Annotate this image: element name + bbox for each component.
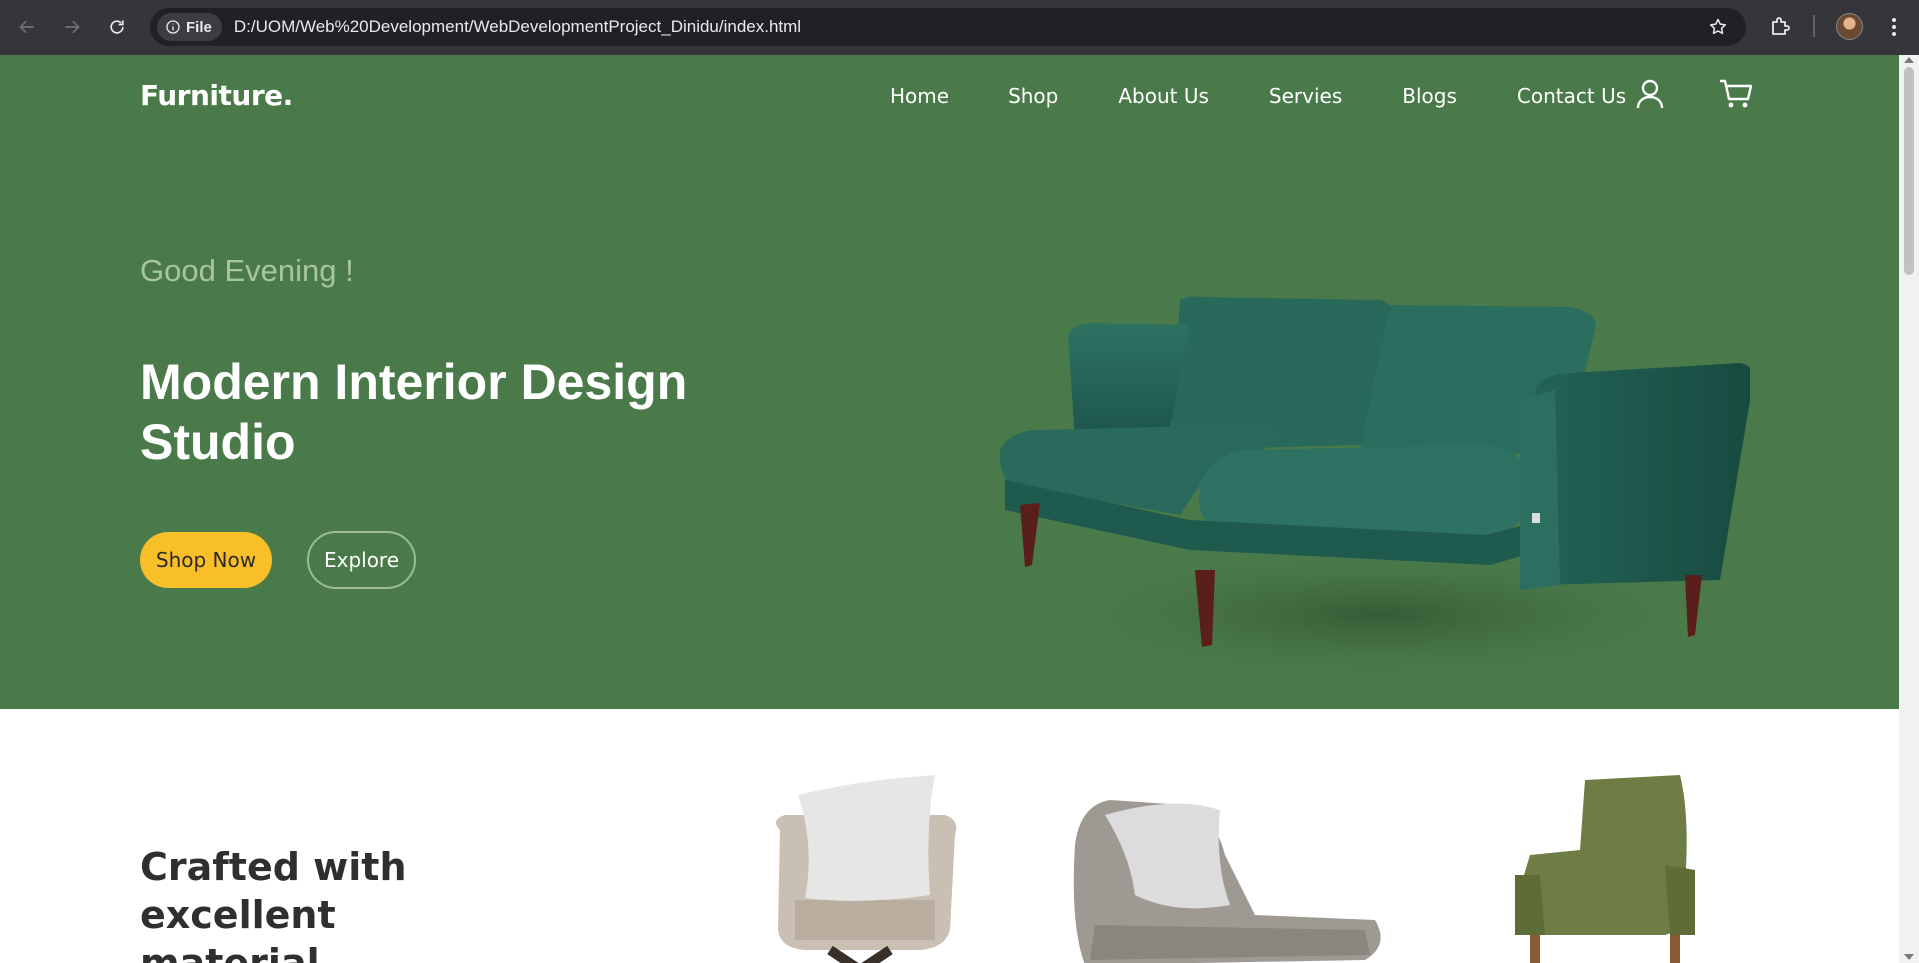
main-nav: Home Shop About Us Servies Blogs Contact… — [890, 84, 1626, 108]
nav-contact-us[interactable]: Contact Us — [1517, 84, 1626, 108]
site-info-chip[interactable]: File — [157, 13, 222, 41]
more-vertical-icon[interactable] — [1882, 15, 1906, 39]
greeting-text: Good Evening ! — [140, 253, 354, 288]
profile-avatar[interactable] — [1836, 13, 1863, 40]
nav-about-us[interactable]: About Us — [1118, 84, 1209, 108]
section-title: Crafted with excellent material. — [140, 845, 407, 963]
back-button[interactable] — [13, 13, 41, 41]
hero-title: Modern Interior Design Studio — [140, 354, 688, 470]
shop-now-button[interactable]: Shop Now — [140, 532, 272, 588]
url-text[interactable]: D:/UOM/Web%20Development/WebDevelopmentP… — [234, 17, 801, 37]
scroll-up-arrow[interactable] — [1904, 57, 1914, 63]
arrow-right-icon — [65, 20, 80, 34]
nav-home[interactable]: Home — [890, 84, 949, 108]
browser-toolbar: File D:/UOM/Web%20Development/WebDevelop… — [0, 0, 1919, 55]
sofa-image — [999, 296, 1750, 685]
cart-icon[interactable] — [1718, 78, 1754, 110]
product-image-lounge-chair[interactable] — [1065, 775, 1385, 963]
user-icon[interactable] — [1634, 78, 1666, 110]
address-bar[interactable]: File D:/UOM/Web%20Development/WebDevelop… — [150, 8, 1746, 46]
info-icon — [166, 20, 180, 34]
explore-button[interactable]: Explore — [307, 531, 416, 589]
scroll-down-arrow[interactable] — [1904, 954, 1914, 960]
forward-button[interactable] — [58, 13, 86, 41]
reload-button[interactable] — [103, 13, 131, 41]
web-page: Furniture. Home Shop About Us Servies Bl… — [0, 55, 1899, 963]
product-image-dining-chair[interactable] — [1485, 775, 1705, 963]
file-chip-label: File — [186, 18, 212, 36]
nav-shop[interactable]: Shop — [1008, 84, 1058, 108]
extensions-puzzle-icon[interactable] — [1769, 14, 1793, 38]
page-scrollbar[interactable] — [1899, 55, 1919, 963]
site-logo[interactable]: Furniture. — [140, 79, 293, 112]
arrow-left-icon — [19, 20, 34, 34]
toolbar-divider — [1813, 15, 1815, 37]
bookmark-star-icon[interactable] — [1708, 17, 1728, 37]
product-image-armchair[interactable] — [750, 770, 970, 963]
nav-blogs[interactable]: Blogs — [1402, 84, 1457, 108]
nav-services[interactable]: Servies — [1269, 84, 1342, 108]
scrollbar-thumb[interactable] — [1904, 67, 1914, 275]
reload-icon — [110, 20, 124, 34]
hero-section: Furniture. Home Shop About Us Servies Bl… — [0, 55, 1899, 709]
